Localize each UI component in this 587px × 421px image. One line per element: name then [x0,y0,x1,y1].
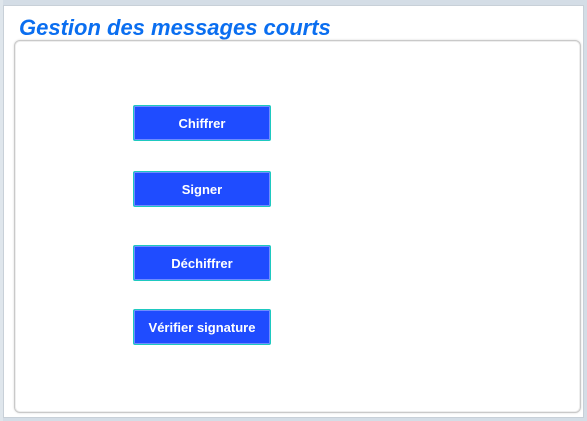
verify-signature-button[interactable]: Vérifier signature [133,309,271,345]
encrypt-button[interactable]: Chiffrer [133,105,271,141]
content-panel [14,40,581,413]
sign-button[interactable]: Signer [133,171,271,207]
page-title: Gestion des messages courts [19,15,331,40]
app-window: Gestion des messages courts [3,5,584,418]
decrypt-button[interactable]: Déchiffrer [133,245,271,281]
